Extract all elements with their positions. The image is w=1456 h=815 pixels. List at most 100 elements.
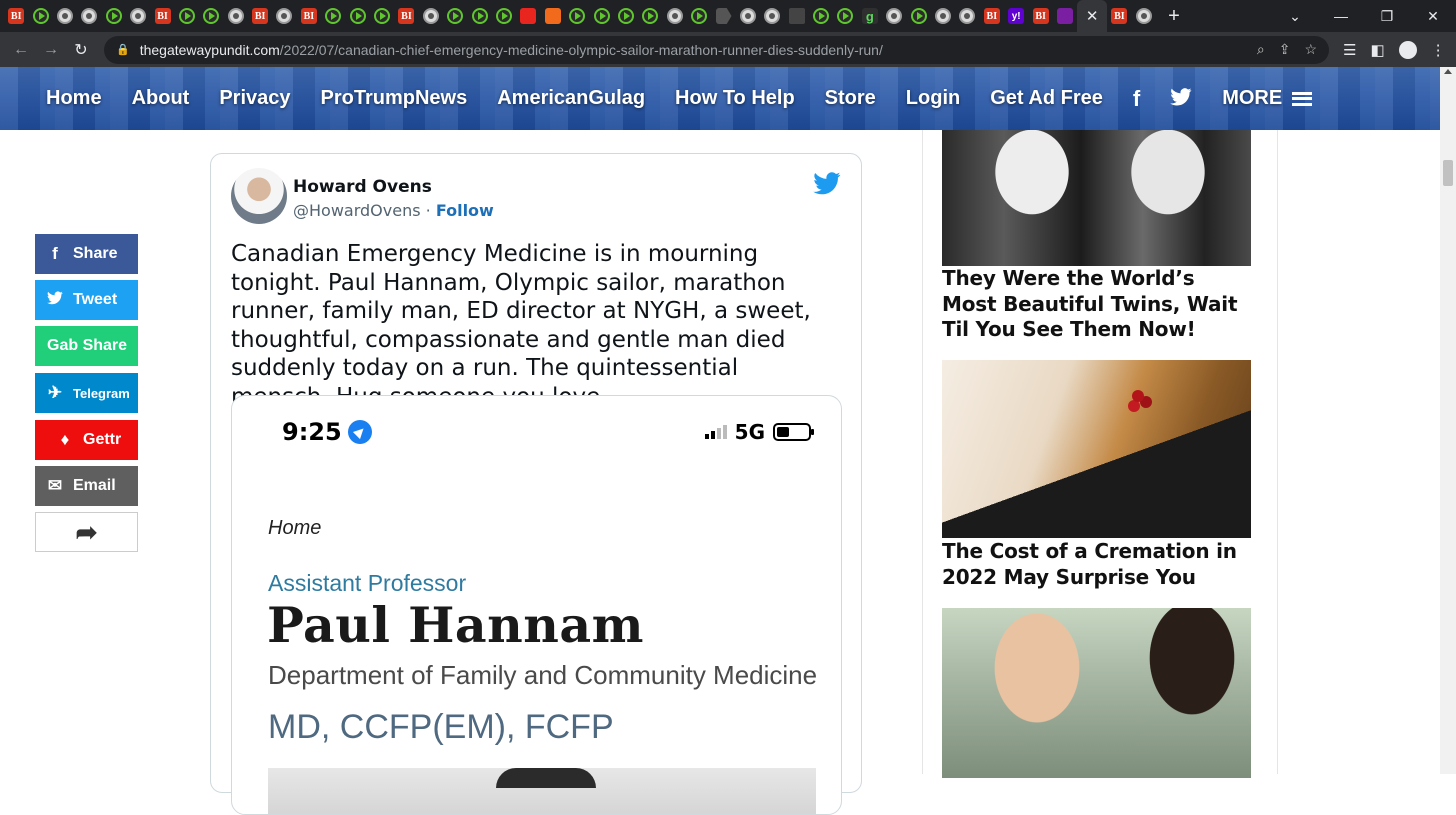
page-scrollbar[interactable] xyxy=(1440,67,1456,774)
tab[interactable]: BI xyxy=(4,0,28,32)
tab[interactable] xyxy=(443,0,467,32)
tab[interactable] xyxy=(492,0,516,32)
tab[interactable] xyxy=(102,0,126,32)
globe-favicon-icon xyxy=(130,8,147,24)
share-page-icon[interactable]: ⇪ xyxy=(1279,41,1291,58)
tab[interactable]: g xyxy=(858,0,882,32)
follow-link[interactable]: Follow xyxy=(436,201,494,220)
ad-image-cremation[interactable] xyxy=(942,360,1251,538)
tweet-media-screenshot[interactable]: 9:25 5G Home Assistant Professor Paul Ha… xyxy=(231,395,842,815)
zoom-icon[interactable]: ⌕ xyxy=(1257,41,1265,58)
forward-icon[interactable]: → xyxy=(36,41,66,59)
tweet-handle[interactable]: @HowardOvens xyxy=(293,201,421,220)
scroll-thumb[interactable] xyxy=(1443,160,1453,186)
nav-americangulag[interactable]: AmericanGulag xyxy=(497,87,645,110)
avatar[interactable] xyxy=(231,168,287,224)
tab[interactable] xyxy=(1132,0,1156,32)
nav-privacy[interactable]: Privacy xyxy=(219,87,290,110)
tab[interactable] xyxy=(53,0,77,32)
tab[interactable] xyxy=(614,0,638,32)
ad-image[interactable] xyxy=(942,608,1251,778)
reading-list-icon[interactable]: ☰ xyxy=(1343,41,1356,59)
tab[interactable] xyxy=(736,0,760,32)
share-more-button[interactable]: ➦ xyxy=(35,512,138,552)
share-twitter-button[interactable]: Tweet xyxy=(35,280,138,320)
tab[interactable] xyxy=(126,0,150,32)
side-panel-icon[interactable]: ◧ xyxy=(1370,41,1384,59)
share-label: Tweet xyxy=(73,291,118,308)
tab[interactable] xyxy=(541,0,565,32)
scroll-up-arrow-icon[interactable] xyxy=(1444,69,1452,74)
twitter-bird-icon[interactable] xyxy=(813,172,841,200)
tab[interactable] xyxy=(516,0,540,32)
nav-more[interactable]: MORE xyxy=(1222,87,1312,110)
tab[interactable] xyxy=(760,0,784,32)
tab[interactable] xyxy=(955,0,979,32)
reload-icon[interactable]: ↻ xyxy=(66,40,96,60)
tab[interactable] xyxy=(833,0,857,32)
nav-login[interactable]: Login xyxy=(906,87,960,110)
tab[interactable] xyxy=(224,0,248,32)
close-window-icon[interactable]: ✕ xyxy=(1410,0,1456,32)
tab[interactable] xyxy=(345,0,369,32)
nav-home[interactable]: Home xyxy=(46,87,102,110)
tab[interactable] xyxy=(28,0,52,32)
bookmark-star-icon[interactable]: ☆ xyxy=(1304,41,1317,58)
nav-about[interactable]: About xyxy=(132,87,190,110)
tab[interactable]: BI xyxy=(297,0,321,32)
nav-protrumpnews[interactable]: ProTrumpNews xyxy=(321,87,468,110)
tab[interactable] xyxy=(467,0,491,32)
share-gab-button[interactable]: Gab Share xyxy=(35,326,138,366)
close-tab-icon[interactable]: ✕ xyxy=(1086,7,1099,25)
tab[interactable]: BI xyxy=(1107,0,1131,32)
tab[interactable] xyxy=(809,0,833,32)
ad-image-twins[interactable] xyxy=(942,130,1251,266)
tab[interactable]: BI xyxy=(248,0,272,32)
tab[interactable] xyxy=(931,0,955,32)
tab[interactable] xyxy=(711,0,735,32)
play-favicon-icon xyxy=(32,8,49,24)
tab[interactable]: BI xyxy=(1028,0,1052,32)
tab[interactable] xyxy=(77,0,101,32)
share-gettr-button[interactable]: ♦ Gettr xyxy=(35,420,138,460)
tab-search-icon[interactable]: ⌄ xyxy=(1272,0,1318,32)
tab[interactable] xyxy=(663,0,687,32)
twitter-icon[interactable] xyxy=(1170,86,1192,112)
new-tab-button[interactable]: + xyxy=(1156,0,1192,32)
tab[interactable] xyxy=(906,0,930,32)
active-tab[interactable]: ✕ xyxy=(1077,0,1108,32)
profile-avatar[interactable] xyxy=(1398,40,1417,59)
tab[interactable]: y! xyxy=(1004,0,1028,32)
tab[interactable] xyxy=(199,0,223,32)
tab[interactable] xyxy=(370,0,394,32)
ad-headline[interactable]: The Cost of a Cremation in 2022 May Surp… xyxy=(942,539,1252,590)
tab[interactable]: BI xyxy=(394,0,418,32)
tab[interactable] xyxy=(419,0,443,32)
restore-icon[interactable]: ❐ xyxy=(1364,0,1410,32)
address-bar[interactable]: 🔒 thegatewaypundit.com/2022/07/canadian-… xyxy=(104,35,1329,64)
tab[interactable] xyxy=(175,0,199,32)
tab[interactable] xyxy=(687,0,711,32)
ad-headline[interactable]: They Were the World’s Most Beautiful Twi… xyxy=(942,266,1252,343)
tab[interactable] xyxy=(589,0,613,32)
tab[interactable]: BI xyxy=(980,0,1004,32)
tab[interactable] xyxy=(638,0,662,32)
menu-kebab-icon[interactable]: ⋮ xyxy=(1431,41,1446,59)
tab[interactable] xyxy=(321,0,345,32)
share-email-button[interactable]: ✉ Email xyxy=(35,466,138,506)
facebook-icon[interactable]: f xyxy=(1133,86,1140,112)
nav-how-to-help[interactable]: How To Help xyxy=(675,87,795,110)
share-facebook-button[interactable]: f Share xyxy=(35,234,138,274)
tab[interactable]: BI xyxy=(150,0,174,32)
tab[interactable] xyxy=(1053,0,1077,32)
share-telegram-button[interactable]: ✈ Telegram xyxy=(35,373,138,413)
tab[interactable] xyxy=(272,0,296,32)
nav-get-ad-free[interactable]: Get Ad Free xyxy=(990,87,1103,110)
tab[interactable] xyxy=(785,0,809,32)
back-icon[interactable]: ← xyxy=(6,41,36,59)
tweet-author-name[interactable]: Howard Ovens xyxy=(293,177,432,197)
minimize-icon[interactable]: — xyxy=(1318,0,1364,32)
tab[interactable] xyxy=(565,0,589,32)
tab[interactable] xyxy=(882,0,906,32)
nav-store[interactable]: Store xyxy=(825,87,876,110)
